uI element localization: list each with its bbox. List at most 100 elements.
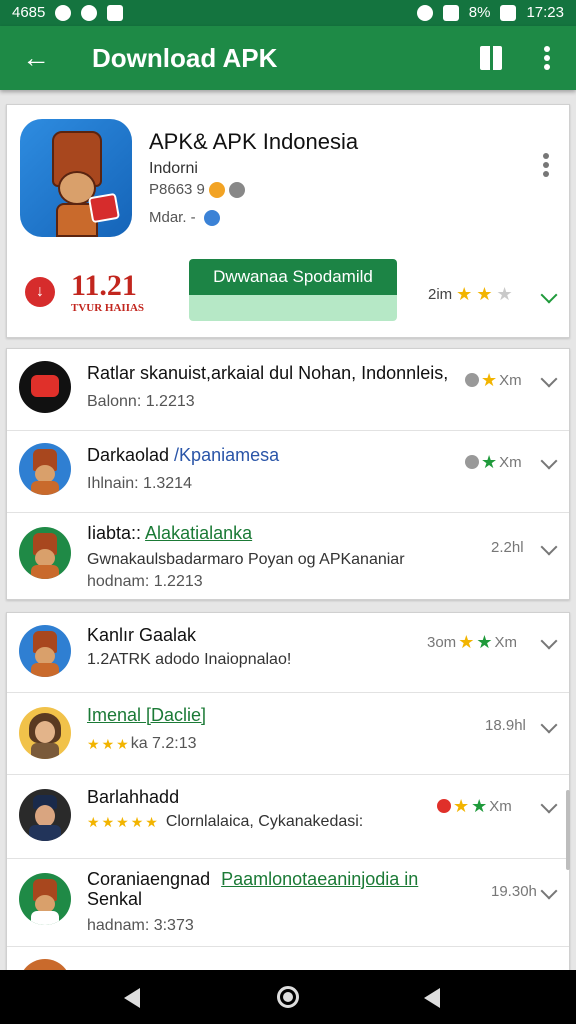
star-icon: ★ (476, 284, 493, 304)
item-rating: ★ ★ Xm (437, 797, 512, 815)
app-meta-text: Mdar. - (149, 209, 196, 226)
star-icon: ★ (87, 736, 100, 752)
brand-number: 11.21 (71, 269, 137, 302)
settings-icon (228, 181, 245, 198)
star-icon: ★ (145, 814, 158, 830)
item-rating: ★ Xm (465, 371, 522, 389)
star-icon: ★ (130, 814, 144, 830)
record-icon (437, 799, 451, 813)
chat-icon (81, 4, 98, 21)
list-item[interactable]: Kanlır Gaalak 1.2ATRK adodo Inaiopnalao!… (7, 613, 569, 693)
info-icon (203, 209, 220, 226)
app-header-card: APK& APK Indonesia Indorni P8663 9 Mdar.… (6, 104, 570, 338)
battery-icon (500, 4, 517, 21)
person-icon (465, 373, 479, 387)
item-title: Iiabta:: Alakatialanka (87, 523, 253, 543)
star-icon: ★ (101, 736, 115, 752)
avatar (19, 873, 71, 925)
status-left-text: 4685 (12, 4, 46, 21)
wifi-icon (442, 4, 459, 21)
download-button-label: Dwwanaa Spodamild (213, 267, 373, 286)
bluetooth-icon (416, 4, 433, 21)
page-title: Download APK (92, 43, 278, 73)
app-code-text: P8663 9 (149, 181, 205, 198)
chevron-down-icon[interactable] (540, 632, 558, 650)
star-icon: ★ (458, 632, 475, 652)
navigation-bar (0, 970, 576, 1024)
star-icon: ★ (471, 796, 488, 816)
notification-icon (55, 4, 72, 21)
header-rating: 2im ★ ★ ★ (428, 285, 513, 303)
back-arrow-icon[interactable]: ← (20, 42, 52, 74)
item-sub: Ihlnain: 1.3214 (87, 475, 192, 492)
app-list-section-1: Ratlar skanuist,arkaial dul Nohan, Indon… (6, 348, 570, 600)
chevron-down-icon[interactable] (540, 538, 558, 556)
list-item-partial[interactable] (7, 947, 569, 1011)
chevron-down-icon[interactable] (540, 452, 558, 470)
app-list-section-2: Kanlır Gaalak 1.2ATRK adodo Inaiopnalao!… (6, 612, 570, 1011)
item-title: Imenal [Daclie] (87, 705, 207, 725)
header-more-icon[interactable] (540, 153, 552, 177)
star-icon: ★ (481, 452, 498, 472)
bookmark-icon[interactable] (480, 46, 502, 70)
item-title: Kanlır Gaalak (87, 625, 197, 645)
chevron-down-icon[interactable] (540, 370, 558, 388)
app-code: P8663 9 (149, 181, 245, 198)
app-meta: Mdar. - (149, 209, 220, 226)
star-icon: ★ (116, 736, 129, 752)
list-item[interactable]: Imenal [Daclie] ★ ★ ★ ka 7.2:13 18.9hl (7, 693, 569, 775)
nav-back-icon[interactable] (124, 988, 140, 1008)
avatar (19, 789, 71, 841)
star-icon: ★ (453, 796, 470, 816)
app-developer[interactable]: Indorni (149, 160, 198, 178)
list-item[interactable]: Ratlar skanuist,arkaial dul Nohan, Indon… (7, 349, 569, 431)
item-desc: ★ ★ ★ ★ ★ Clornlalaica, Cykanakedasi: (87, 813, 364, 830)
avatar (19, 527, 71, 579)
item-title: Ratlar skanuist,arkaial dul Nohan, Indon… (87, 363, 449, 383)
item-size: 2.2hl (491, 539, 524, 556)
star-icon: ★ (87, 814, 100, 830)
battery-text: 8% (468, 4, 491, 21)
brand-mark: 11.21 TVUR HAIIAS (71, 271, 144, 315)
share-icon (465, 455, 479, 469)
star-half-icon: ★ (496, 284, 513, 304)
rating-text: 2im (428, 285, 453, 303)
list-item[interactable]: Iiabta:: Alakatialanka Gwnakaulsbadarmar… (7, 513, 569, 601)
download-button[interactable]: Dwwanaa Spodamild (189, 259, 397, 321)
item-sub: hodnam: 1.2213 (87, 573, 203, 590)
list-item[interactable]: Darkaolad /Kpaniamesa Ihlnain: 1.3214 ★ … (7, 431, 569, 513)
item-rating: ★ Xm (465, 453, 522, 471)
badge-icon (208, 181, 225, 198)
avatar (19, 625, 71, 677)
item-sub: hadnam: 3:373 (87, 917, 194, 934)
download-status-icon (107, 4, 124, 21)
avatar (19, 361, 71, 413)
chevron-down-icon[interactable] (540, 716, 558, 734)
item-sub: ★ ★ ★ ka 7.2:13 (87, 735, 197, 752)
app-bar: ← Download APK (0, 26, 576, 90)
chevron-down-icon[interactable] (540, 882, 558, 900)
item-size: 18.9hl (485, 717, 526, 734)
star-icon: ★ (101, 814, 115, 830)
avatar (19, 443, 71, 495)
list-item[interactable]: Barlahhadd ★ ★ ★ ★ ★ Clornlalaica, Cykan… (7, 775, 569, 859)
chevron-down-icon[interactable] (540, 796, 558, 814)
avatar (19, 707, 71, 759)
brand-sub: TVUR HAIIAS (71, 302, 145, 314)
brand-logo-icon: ↓ (25, 277, 55, 307)
scrollbar[interactable] (566, 790, 570, 870)
item-rating: 3om ★ ★ Xm (427, 632, 517, 652)
star-icon: ★ (116, 814, 129, 830)
star-icon: ★ (456, 284, 473, 304)
item-title: Darkaolad /Kpaniamesa (87, 445, 280, 465)
item-title-line2: Senkal (87, 889, 143, 909)
nav-recent-icon[interactable] (424, 988, 440, 1008)
expand-chevron-icon[interactable] (540, 286, 558, 304)
overflow-menu-icon[interactable] (535, 42, 559, 74)
nav-home-icon[interactable] (277, 986, 299, 1008)
item-sub: Balonn: 1.2213 (87, 393, 195, 410)
star-icon: ★ (481, 370, 498, 390)
clock: 17:23 (526, 4, 564, 21)
list-item[interactable]: Coraniaengnad Paamlonotaeaninjodia in Se… (7, 859, 569, 947)
item-desc: 1.2ATRK adodo Inaiopnalao! (87, 651, 292, 668)
